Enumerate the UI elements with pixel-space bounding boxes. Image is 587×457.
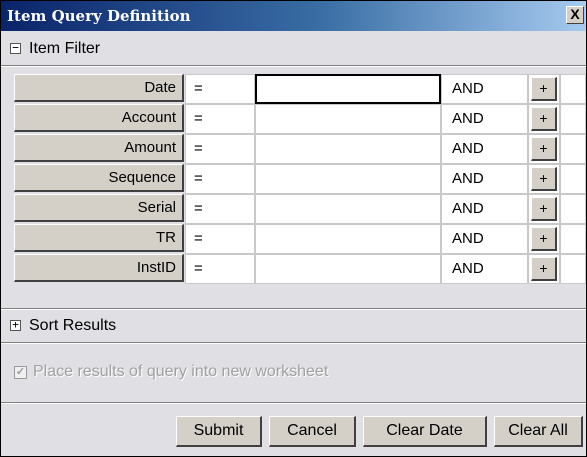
item-query-dialog: Item Query Definition X − Item Filter Da… bbox=[0, 0, 587, 457]
grid-cell bbox=[560, 74, 586, 104]
expand-icon[interactable]: + bbox=[10, 319, 21, 331]
collapse-icon[interactable]: − bbox=[10, 42, 21, 54]
operator-cell-amount[interactable]: = bbox=[185, 134, 255, 164]
add-condition-button[interactable]: + bbox=[531, 137, 557, 161]
title-bar[interactable]: Item Query Definition X bbox=[1, 1, 586, 31]
add-condition-button[interactable]: + bbox=[531, 167, 557, 191]
filter-row-instid: InstID = AND + bbox=[14, 254, 586, 284]
value-input-account[interactable] bbox=[255, 104, 441, 134]
add-condition-button[interactable]: + bbox=[531, 257, 557, 281]
value-input-instid[interactable] bbox=[255, 254, 441, 284]
grid-cell bbox=[560, 164, 586, 194]
add-cell-amount: + bbox=[528, 134, 560, 164]
divider bbox=[1, 402, 586, 404]
conjunction-cell-date[interactable]: AND bbox=[441, 74, 528, 104]
operator-cell-serial[interactable]: = bbox=[185, 194, 255, 224]
new-worksheet-checkbox[interactable]: ✓ bbox=[14, 366, 27, 379]
new-worksheet-option: ✓ Place results of query into new worksh… bbox=[1, 353, 586, 393]
add-cell-date: + bbox=[528, 74, 560, 104]
item-filter-header[interactable]: − Item Filter bbox=[1, 34, 586, 64]
value-input-amount[interactable] bbox=[255, 134, 441, 164]
close-icon: X bbox=[570, 6, 580, 22]
filter-row-serial: Serial = AND + bbox=[14, 194, 586, 224]
add-condition-button[interactable]: + bbox=[531, 77, 557, 101]
grid-cell bbox=[560, 104, 586, 134]
filter-row-sequence: Sequence = AND + bbox=[14, 164, 586, 194]
cancel-button[interactable]: Cancel bbox=[269, 416, 356, 447]
filter-row-tr: TR = AND + bbox=[14, 224, 586, 254]
clear-all-button[interactable]: Clear All bbox=[494, 416, 583, 447]
add-cell-serial: + bbox=[528, 194, 560, 224]
grid-cell bbox=[560, 134, 586, 164]
operator-cell-tr[interactable]: = bbox=[185, 224, 255, 254]
value-input-sequence[interactable] bbox=[255, 164, 441, 194]
operator-cell-sequence[interactable]: = bbox=[185, 164, 255, 194]
filter-row-date: Date = AND + bbox=[14, 74, 586, 104]
operator-cell-account[interactable]: = bbox=[185, 104, 255, 134]
add-condition-button[interactable]: + bbox=[531, 107, 557, 131]
conjunction-cell-sequence[interactable]: AND bbox=[441, 164, 528, 194]
add-cell-instid: + bbox=[528, 254, 560, 284]
filter-row-account: Account = AND + bbox=[14, 104, 586, 134]
add-condition-button[interactable]: + bbox=[531, 227, 557, 251]
clear-date-button[interactable]: Clear Date bbox=[363, 416, 487, 447]
conjunction-cell-serial[interactable]: AND bbox=[441, 194, 528, 224]
field-label-date[interactable]: Date bbox=[14, 74, 184, 102]
sort-results-label: Sort Results bbox=[29, 317, 117, 334]
field-label-sequence[interactable]: Sequence bbox=[14, 164, 184, 192]
field-label-amount[interactable]: Amount bbox=[14, 134, 184, 162]
conjunction-cell-tr[interactable]: AND bbox=[441, 224, 528, 254]
conjunction-cell-account[interactable]: AND bbox=[441, 104, 528, 134]
grid-cell bbox=[560, 254, 586, 284]
divider bbox=[1, 65, 586, 67]
conjunction-cell-instid[interactable]: AND bbox=[441, 254, 528, 284]
new-worksheet-label: Place results of query into new workshee… bbox=[33, 363, 329, 380]
value-input-tr[interactable] bbox=[255, 224, 441, 254]
close-button[interactable]: X bbox=[566, 6, 584, 24]
add-cell-tr: + bbox=[528, 224, 560, 254]
operator-cell-date[interactable]: = bbox=[185, 74, 255, 104]
item-filter-label: Item Filter bbox=[29, 40, 101, 57]
value-input-date[interactable] bbox=[255, 74, 441, 104]
submit-button[interactable]: Submit bbox=[176, 416, 262, 447]
add-cell-account: + bbox=[528, 104, 560, 134]
sort-results-header[interactable]: + Sort Results bbox=[1, 311, 586, 341]
add-cell-sequence: + bbox=[528, 164, 560, 194]
value-input-serial[interactable] bbox=[255, 194, 441, 224]
field-label-tr[interactable]: TR bbox=[14, 224, 184, 252]
divider bbox=[1, 308, 586, 310]
filter-row-amount: Amount = AND + bbox=[14, 134, 586, 164]
divider bbox=[1, 342, 586, 344]
grid-cell bbox=[560, 194, 586, 224]
field-label-serial[interactable]: Serial bbox=[14, 194, 184, 222]
field-label-account[interactable]: Account bbox=[14, 104, 184, 132]
window-title: Item Query Definition bbox=[7, 7, 191, 25]
operator-cell-instid[interactable]: = bbox=[185, 254, 255, 284]
conjunction-cell-amount[interactable]: AND bbox=[441, 134, 528, 164]
add-condition-button[interactable]: + bbox=[531, 197, 557, 221]
field-label-instid[interactable]: InstID bbox=[14, 254, 184, 282]
grid-cell bbox=[560, 224, 586, 254]
